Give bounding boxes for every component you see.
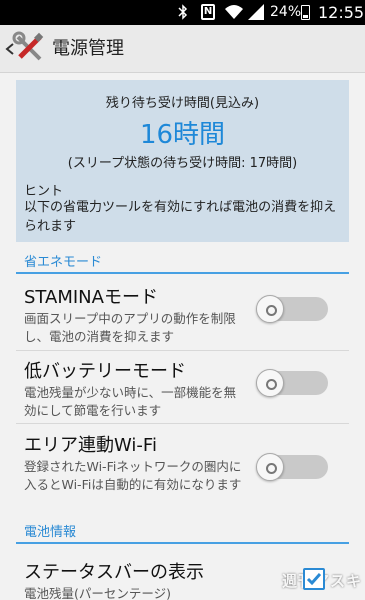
clock: 12:55 bbox=[318, 3, 365, 22]
standby-sleep-note: (スリープ状態の待ち受け時間: 17時間) bbox=[67, 156, 298, 171]
standby-value: 16時間 bbox=[139, 120, 226, 150]
divider bbox=[16, 423, 349, 424]
action-bar: 電源管理 bbox=[0, 25, 365, 73]
standby-card: 残り待ち受け時間(見込み) 16時間 (スリープ状態の待ち受け時間: 17時間)… bbox=[16, 80, 349, 242]
bluetooth-icon bbox=[178, 4, 188, 20]
section-header-battery: 電池情報 bbox=[24, 525, 77, 540]
standby-label: 残り待ち受け時間(見込み) bbox=[105, 96, 260, 111]
setting-title: 低バッテリーモード bbox=[24, 361, 186, 382]
toggle-knob bbox=[256, 369, 284, 397]
setting-title: エリア連動Wi-Fi bbox=[24, 435, 157, 456]
hint-text: 以下の省電力ツールを有効にすれば電池の消費を抑えられます bbox=[24, 200, 337, 234]
divider bbox=[16, 350, 349, 351]
status-bar: N 24% 12:55 bbox=[0, 0, 365, 25]
setting-row-low-battery[interactable]: 低バッテリーモード 電池残量が少ない時に、一部機能を無効にして節電を行います bbox=[0, 357, 365, 423]
setting-desc: 登録されたWi-Fiネットワークの圏内に入るとWi-Fiは自動的に有効になります bbox=[24, 459, 242, 492]
setting-desc: 電池残量(パーセンテージ) bbox=[24, 586, 172, 600]
page-title: 電源管理 bbox=[52, 38, 124, 59]
wifi-icon bbox=[225, 5, 243, 19]
setting-row-area-wifi[interactable]: エリア連動Wi-Fi 登録されたWi-Fiネットワークの圏内に入るとWi-Fiは… bbox=[0, 431, 365, 511]
battery-percent: 24% bbox=[270, 4, 302, 20]
setting-desc: 電池残量が少ない時に、一部機能を無効にして節電を行います bbox=[24, 385, 237, 418]
setting-title: STAMINAモード bbox=[24, 287, 158, 308]
toggle-knob bbox=[256, 295, 284, 323]
check-icon bbox=[306, 573, 322, 586]
hint-title: ヒント bbox=[24, 184, 64, 199]
section-divider-eco bbox=[16, 272, 349, 274]
stamina-toggle[interactable] bbox=[256, 295, 328, 323]
tools-icon[interactable] bbox=[12, 31, 46, 65]
setting-title: ステータスバーの表示 bbox=[24, 562, 204, 583]
statusbar-display-checkbox[interactable] bbox=[303, 568, 325, 590]
nfc-icon: N bbox=[201, 4, 215, 20]
area-wifi-toggle[interactable] bbox=[256, 453, 328, 481]
signal-icon bbox=[248, 4, 264, 20]
setting-row-stamina[interactable]: STAMINAモード 画面スリープ中のアプリの動作を制限し、電池の消費を抑えます bbox=[0, 283, 365, 349]
toggle-knob bbox=[256, 453, 284, 481]
battery-icon bbox=[301, 5, 310, 20]
section-header-eco: 省エネモード bbox=[24, 255, 103, 270]
low-battery-toggle[interactable] bbox=[256, 369, 328, 397]
setting-desc: 画面スリープ中のアプリの動作を制限し、電池の消費を抑えます bbox=[24, 311, 236, 344]
section-divider-battery bbox=[16, 542, 349, 544]
